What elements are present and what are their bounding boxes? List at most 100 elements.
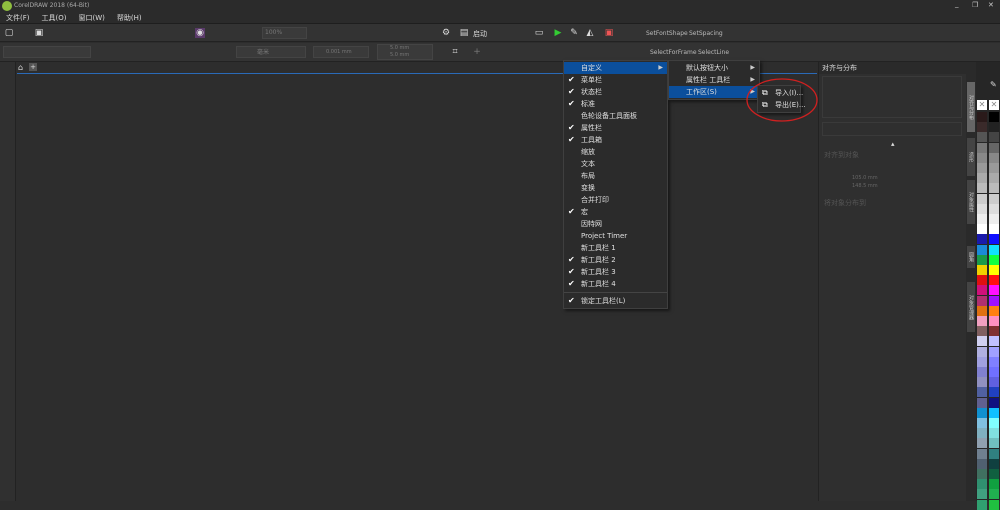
add-icon[interactable]: + [472, 47, 482, 57]
color-swatch[interactable] [989, 275, 999, 286]
color-swatch[interactable] [977, 244, 987, 255]
menu-item[interactable]: ✔ 菜单栏 [564, 74, 667, 86]
macro-selectline[interactable]: SelectLine [698, 49, 729, 56]
minimize-button[interactable]: _ [955, 0, 959, 8]
menu-item[interactable]: ✔ 锁定工具栏(L) [564, 295, 667, 307]
color-swatch[interactable] [989, 367, 999, 377]
launch-label[interactable]: 启动 [473, 29, 487, 39]
welcome-home-icon[interactable]: ⌂ [18, 63, 23, 72]
color-swatch[interactable] [977, 356, 987, 367]
color-swatch[interactable] [989, 326, 999, 337]
color-swatch[interactable] [977, 316, 987, 326]
menu-item[interactable]: ✔ 属性栏 [564, 122, 667, 134]
macro-setspacing[interactable]: SetSpacing [689, 30, 723, 37]
align-icon[interactable]: ◭ [585, 28, 595, 38]
color-swatch[interactable] [977, 489, 987, 500]
color-swatch[interactable] [989, 397, 999, 408]
color-swatch[interactable] [977, 285, 987, 296]
menu-item[interactable]: ✔ 新工具栏 4 [564, 278, 667, 290]
menu-item[interactable]: ✔ 新工具栏 2 [564, 254, 667, 266]
color-swatch[interactable] [977, 458, 987, 469]
color-swatch[interactable] [989, 346, 999, 357]
macro-setfontshape[interactable]: SetFontShape [646, 30, 688, 37]
color-swatch[interactable] [989, 356, 999, 367]
menu-help[interactable]: 帮助(H) [117, 14, 142, 22]
color-swatch[interactable] [989, 489, 999, 500]
color-swatch[interactable] [977, 377, 987, 388]
menu-item[interactable]: 布局 [564, 170, 667, 182]
color-swatch[interactable] [989, 418, 999, 428]
color-swatch[interactable] [977, 407, 987, 418]
color-swatch[interactable] [977, 448, 987, 459]
color-swatch[interactable] [989, 316, 999, 326]
color-swatch[interactable] [977, 234, 987, 245]
tab-object-manager[interactable]: 对象管理器 [967, 282, 975, 332]
color-swatch[interactable] [977, 428, 987, 439]
color-swatch[interactable] [989, 469, 999, 479]
no-color-swatch[interactable]: ✕ [989, 100, 999, 110]
color-swatch[interactable] [977, 132, 987, 143]
color-swatch[interactable] [977, 203, 987, 214]
color-swatch[interactable] [989, 203, 999, 214]
menu-item[interactable]: 默认按钮大小 ▶ [669, 62, 759, 74]
color-swatch[interactable] [977, 295, 987, 306]
color-swatch[interactable] [977, 254, 987, 265]
options-gear-icon[interactable]: ⚙ [441, 28, 451, 38]
close-button[interactable]: ✕ [988, 1, 994, 9]
color-swatch[interactable] [989, 479, 999, 490]
new-tab-icon[interactable]: + [29, 63, 37, 71]
menu-tools[interactable]: 工具(O) [42, 14, 67, 22]
menu-file[interactable]: 文件(F) [6, 14, 30, 22]
open-icon[interactable]: ▣ [34, 28, 44, 38]
color-swatch[interactable] [989, 438, 999, 449]
color-swatch[interactable] [977, 183, 987, 194]
launch-icon[interactable]: ▤ [459, 28, 469, 38]
color-swatch[interactable] [977, 479, 987, 490]
color-swatch[interactable] [977, 469, 987, 479]
color-swatch[interactable] [989, 214, 999, 224]
color-swatch[interactable] [977, 142, 987, 153]
color-swatch[interactable] [989, 428, 999, 439]
color-swatch[interactable] [989, 173, 999, 184]
color-swatch[interactable] [989, 112, 999, 122]
menu-item[interactable]: 缩放 [564, 146, 667, 158]
color-swatch[interactable] [977, 397, 987, 408]
color-swatch[interactable] [977, 305, 987, 316]
color-swatch[interactable] [989, 295, 999, 306]
run-macro-icon[interactable]: ▶ [553, 28, 563, 38]
corel-connect-icon[interactable]: ◉ [195, 28, 205, 38]
color-swatch[interactable] [977, 112, 987, 122]
new-document-icon[interactable]: ▢ [4, 28, 14, 38]
color-swatch[interactable] [989, 499, 999, 510]
color-swatch[interactable] [989, 387, 999, 398]
color-swatch[interactable] [989, 458, 999, 469]
color-swatch[interactable] [989, 407, 999, 418]
view-icon[interactable]: ▭ [534, 28, 544, 38]
menu-item[interactable]: ✔ 宏 [564, 206, 667, 218]
color-swatch[interactable] [989, 305, 999, 316]
color-swatch[interactable] [989, 152, 999, 163]
record-icon[interactable]: ▣ [604, 28, 614, 38]
drawing-canvas[interactable] [17, 62, 817, 501]
color-swatch[interactable] [989, 244, 999, 255]
restore-button[interactable]: ❐ [972, 1, 978, 9]
edit-icon[interactable]: ✎ [569, 28, 579, 38]
unit-select[interactable]: 毫米 [236, 46, 306, 58]
menu-item[interactable]: ✔ 标准 [564, 98, 667, 110]
align-to-row[interactable] [822, 122, 962, 136]
eyedropper-icon[interactable]: ✎ [990, 80, 997, 89]
color-swatch[interactable] [977, 265, 987, 275]
menu-item[interactable]: ✔ 状态栏 [564, 86, 667, 98]
color-swatch[interactable] [977, 224, 987, 235]
macro-selectforframe[interactable]: SelectForFrame [650, 49, 697, 56]
menu-item[interactable]: 色轮设备工具面板 [564, 110, 667, 122]
menu-item[interactable]: 自定义 ▶ [564, 62, 667, 74]
tab-fillet[interactable]: 圆角 [967, 246, 975, 268]
color-swatch[interactable] [977, 122, 987, 133]
color-swatch[interactable] [977, 173, 987, 184]
color-swatch[interactable] [977, 418, 987, 428]
color-swatch[interactable] [989, 336, 999, 347]
color-swatch[interactable] [989, 193, 999, 204]
color-swatch[interactable] [989, 234, 999, 245]
tab-object-properties[interactable]: 对象属性 [967, 180, 975, 224]
